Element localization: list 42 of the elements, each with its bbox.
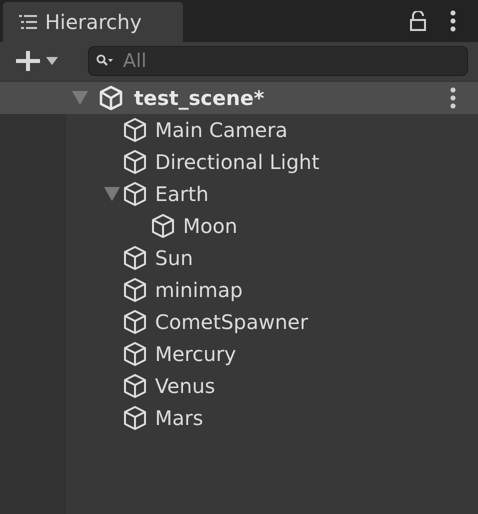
list-icon [19, 15, 37, 29]
more-icon[interactable] [450, 87, 456, 109]
item-name: minimap [155, 278, 243, 302]
cube-icon [122, 117, 148, 143]
cube-icon [122, 309, 148, 335]
cube-icon [122, 405, 148, 431]
cube-icon [150, 213, 176, 239]
lock-icon[interactable] [410, 11, 426, 31]
more-icon[interactable] [450, 10, 456, 32]
hierarchy-item[interactable]: Main Camera [104, 114, 478, 146]
cube-icon [122, 373, 148, 399]
add-button[interactable] [16, 51, 58, 71]
item-name: Moon [183, 214, 238, 238]
item-name: Mercury [155, 342, 236, 366]
hierarchy-item[interactable]: CometSpawner [104, 306, 478, 338]
window-title: Hierarchy [45, 10, 142, 34]
scene-name: test_scene* [134, 86, 266, 110]
hierarchy-item[interactable]: Sun [104, 242, 478, 274]
hierarchy-item[interactable]: Mercury [104, 338, 478, 370]
hierarchy-tab[interactable]: Hierarchy [3, 2, 183, 42]
hierarchy-item[interactable]: Earth [104, 178, 478, 210]
cube-icon [122, 181, 148, 207]
cube-icon [122, 245, 148, 271]
hierarchy-item[interactable]: Venus [104, 370, 478, 402]
item-name: Main Camera [155, 118, 288, 142]
item-name: Venus [155, 374, 216, 398]
item-name: Directional Light [155, 150, 320, 174]
item-name: Earth [155, 182, 209, 206]
item-name: Mars [155, 406, 204, 430]
expand-arrow-icon[interactable] [104, 187, 120, 201]
cube-icon [122, 341, 148, 367]
item-name: Sun [155, 246, 194, 270]
hierarchy-item[interactable]: Directional Light [104, 146, 478, 178]
hierarchy-item[interactable]: Moon [104, 210, 478, 242]
item-name: CometSpawner [155, 310, 308, 334]
hierarchy-item[interactable]: minimap [104, 274, 478, 306]
cube-icon [122, 149, 148, 175]
cube-icon [122, 277, 148, 303]
scene-row[interactable]: test_scene* [0, 82, 478, 114]
search-field[interactable]: All [88, 46, 468, 76]
hierarchy-item[interactable]: Mars [104, 402, 478, 434]
search-icon [96, 54, 114, 68]
